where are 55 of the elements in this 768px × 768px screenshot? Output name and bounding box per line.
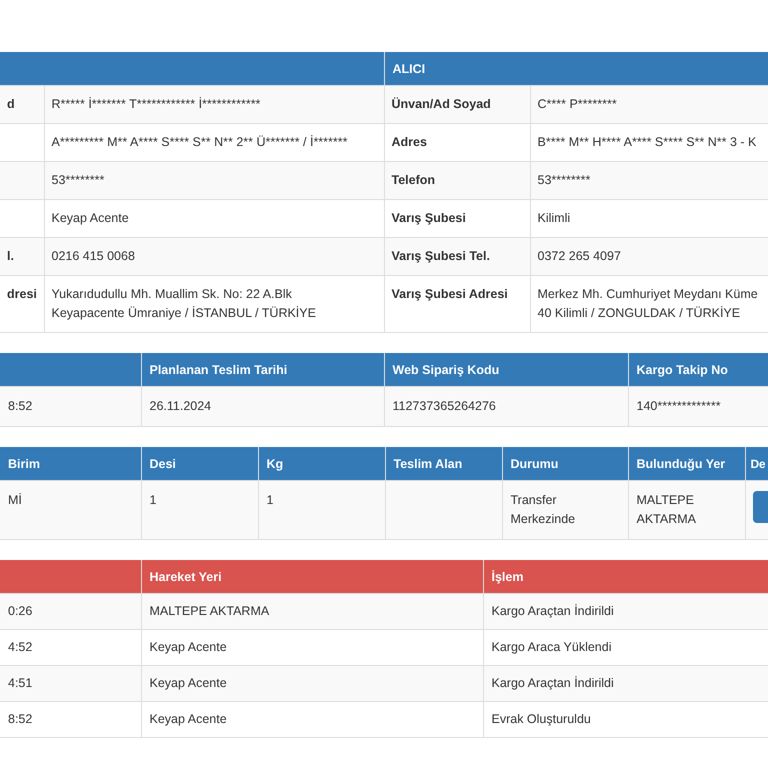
field-value: 53******** xyxy=(530,162,768,200)
field-value: 0216 415 0068 xyxy=(44,238,384,276)
column-header: İşlem xyxy=(483,560,768,594)
field-value: 53******** xyxy=(44,162,384,200)
column-header: Teslim Alan xyxy=(385,447,502,480)
table-cell: 1 xyxy=(258,480,385,540)
field-label: Varış Şubesi Adresi xyxy=(384,276,530,332)
table-cell: Keyap Acente xyxy=(141,630,483,666)
table-cell: Kargo Araca Yüklendi xyxy=(483,630,768,666)
column-header: Planlanan Teslim Tarihi xyxy=(141,353,384,386)
field-value: Yukarıdudullu Mh. Muallim Sk. No: 22 A.Blk Keyapacente Ümraniye / İSTANBUL / TÜRKİYE xyxy=(44,276,384,332)
field-label: l. xyxy=(0,238,44,276)
column-header: Kg xyxy=(258,447,385,480)
field-label: Ünvan/Ad Soyad xyxy=(384,86,530,124)
field-value: A********* M** A**** S**** S** N** 2** Ü******* / İ******* xyxy=(44,124,384,162)
table-cell: 112737365264276 xyxy=(384,386,628,426)
field-value: Merkez Mh. Cumhuriyet Meydanı Küme 40 Kilimli / ZONGULDAK / TÜRKİYE xyxy=(530,276,768,332)
table-cell: 26.11.2024 xyxy=(141,386,384,426)
column-header: Web Sipariş Kodu xyxy=(384,353,628,386)
field-value: B**** M** H**** A**** S**** S** N** 3 - K xyxy=(530,124,768,162)
table-cell: 4:51 xyxy=(0,666,141,702)
field-label: Telefon xyxy=(384,162,530,200)
table-cell: 8:52 xyxy=(0,702,141,738)
column-header: Birim xyxy=(0,447,141,480)
table-cell: MALTEPE AKTARMA xyxy=(141,594,483,630)
table-cell: MALTEPE AKTARMA xyxy=(628,480,745,540)
field-label: d xyxy=(0,86,44,124)
field-value: C**** P******** xyxy=(530,86,768,124)
field-label: Varış Şubesi xyxy=(384,200,530,238)
field-label: Adres xyxy=(384,124,530,162)
table-cell: Kargo Araçtan İndirildi xyxy=(483,666,768,702)
table-cell: 1 xyxy=(141,480,258,540)
column-header: Desi xyxy=(141,447,258,480)
table-cell: Kargo Araçtan İndirildi xyxy=(483,594,768,630)
table-cell: Keyap Acente xyxy=(141,666,483,702)
field-label: Varış Şubesi Tel. xyxy=(384,238,530,276)
table-cell: 0:26 xyxy=(0,594,141,630)
field-label: dresi xyxy=(0,276,44,332)
table-cell: Keyap Acente xyxy=(141,702,483,738)
table-cell: Transfer Merkezinde xyxy=(502,480,628,540)
field-value: 0372 265 4097 xyxy=(530,238,768,276)
field-value: Keyap Acente xyxy=(44,200,384,238)
field-value: R***** İ******* T************ İ************ xyxy=(44,86,384,124)
column-header: De xyxy=(745,447,768,480)
column-header: Hareket Yeri xyxy=(141,560,483,594)
column-header: Kargo Takip No xyxy=(628,353,768,386)
table-cell: Mİ xyxy=(0,480,141,540)
table-cell: 8:52 xyxy=(0,386,141,426)
field-value: Kilimli xyxy=(530,200,768,238)
column-header: Bulunduğu Yer xyxy=(628,447,745,480)
table-cell: Evrak Oluşturuldu xyxy=(483,702,768,738)
column-header: Durumu xyxy=(502,447,628,480)
table-cell: 140************* xyxy=(628,386,768,426)
table-cell: 4:52 xyxy=(0,630,141,666)
column-header: ALICI xyxy=(384,52,530,86)
